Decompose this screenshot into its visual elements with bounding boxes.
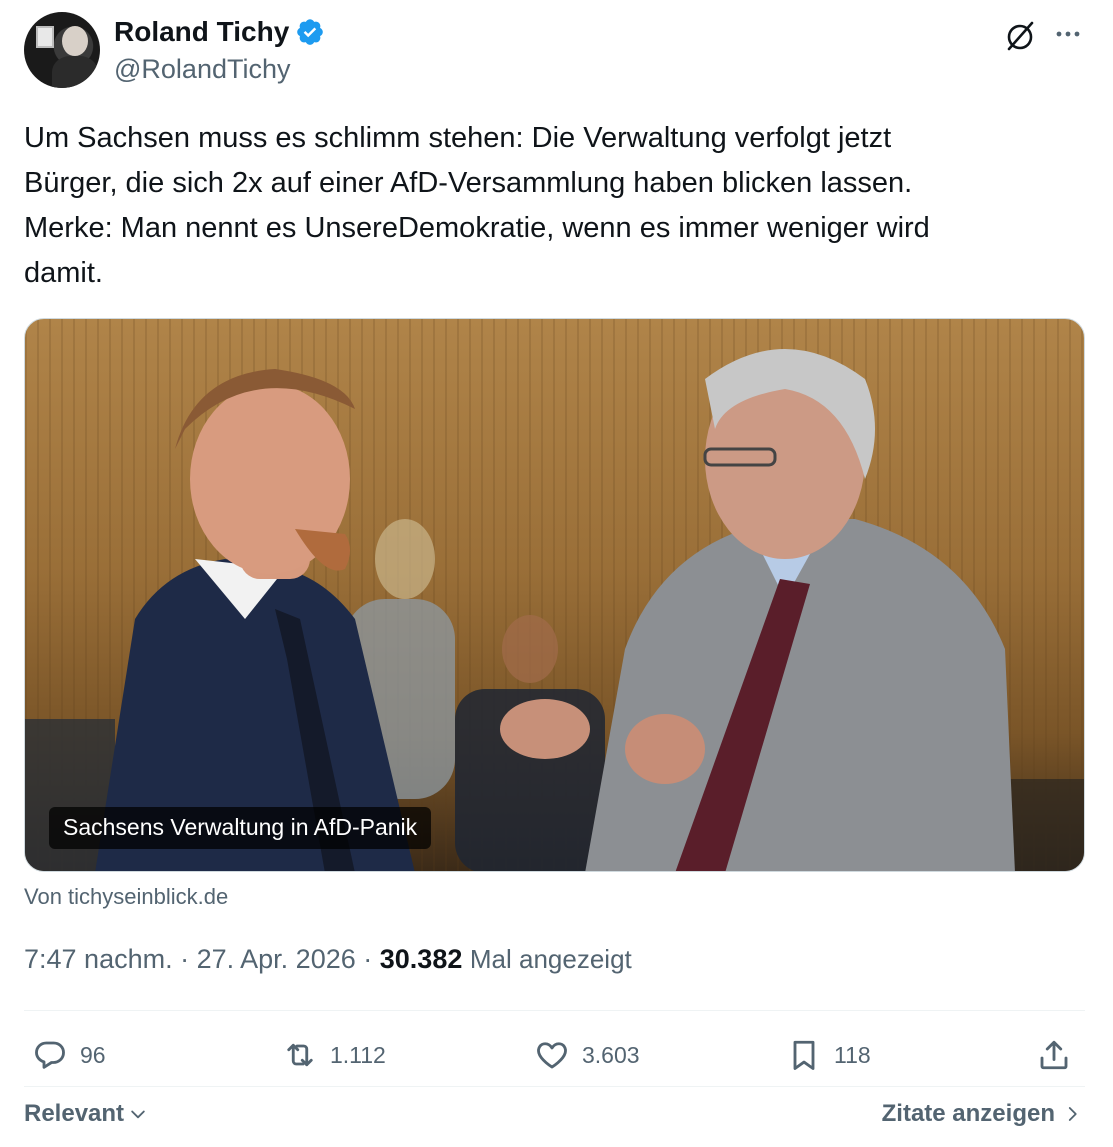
action-bar: 96 1.112 3.603 118 — [24, 1030, 1085, 1080]
more-icon[interactable] — [1052, 18, 1084, 50]
share-button[interactable] — [1036, 1030, 1072, 1080]
divider — [24, 1086, 1085, 1087]
like-button[interactable]: 3.603 — [534, 1030, 640, 1080]
tweet-meta: 7:47 nachm. · 27. Apr. 2026 · 30.382 Mal… — [24, 944, 632, 975]
quotes-label: Zitate anzeigen — [881, 1100, 1055, 1127]
like-icon — [537, 1042, 567, 1069]
views-count: 30.382 — [379, 944, 463, 974]
bookmark-icon — [793, 1040, 815, 1070]
link-source[interactable]: Von tichyseinblick.de — [24, 884, 228, 910]
author-handle[interactable]: @RolandTichy — [114, 54, 290, 85]
like-count: 3.603 — [582, 1041, 640, 1068]
share-icon — [1040, 1040, 1068, 1070]
replies-toolbar: Relevant Zitate anzeigen — [24, 1096, 1085, 1136]
author-name[interactable]: Roland Tichy — [114, 16, 289, 48]
link-card-caption: Sachsens Verwaltung in AfD-Panik — [49, 807, 432, 849]
link-card-image[interactable]: Sachsens Verwaltung in AfD-Panik — [24, 318, 1085, 872]
tweet-text-line: Bürger, die sich 2x auf einer AfD-Versam… — [24, 167, 913, 199]
repost-icon — [287, 1043, 313, 1067]
avatar[interactable] — [24, 12, 100, 88]
tweet-time[interactable]: 7:47 nachm. — [24, 944, 173, 974]
meta-separator: · — [363, 944, 380, 974]
reply-button[interactable]: 96 — [32, 1030, 106, 1080]
views-label: Mal angezeigt — [469, 944, 632, 974]
divider — [24, 1010, 1085, 1011]
repost-count: 1.112 — [330, 1041, 386, 1068]
tweet-date[interactable]: 27. Apr. 2026 — [197, 944, 356, 974]
tweet-text: Um Sachsen muss es schlimm stehen: Die V… — [24, 116, 1084, 296]
repost-button[interactable]: 1.112 — [282, 1030, 386, 1080]
tweet-text-line: Merke: Man nennt es UnsereDemokratie, we… — [24, 212, 930, 244]
tweet-text-line: damit. — [24, 257, 103, 289]
reply-icon — [35, 1041, 65, 1069]
chevron-down-icon — [131, 1110, 145, 1119]
sort-label: Relevant — [24, 1100, 125, 1127]
chevron-right-icon — [1068, 1107, 1077, 1121]
tweet-text-line: Um Sachsen muss es schlimm stehen: Die V… — [24, 122, 892, 154]
grok-icon[interactable] — [1004, 20, 1036, 52]
verified-badge-icon — [297, 19, 324, 45]
meta-separator: · — [180, 944, 197, 974]
view-quotes-link[interactable]: Zitate anzeigen — [882, 1100, 1081, 1128]
tweet-header: Roland Tichy @RolandTichy — [24, 12, 1088, 92]
author-name-row: Roland Tichy — [114, 16, 325, 48]
photo-illustration — [25, 349, 1084, 871]
sort-dropdown[interactable]: Relevant — [24, 1100, 148, 1128]
bookmark-button[interactable]: 118 — [786, 1030, 871, 1080]
bookmark-count: 118 — [834, 1041, 871, 1068]
reply-count: 96 — [80, 1041, 106, 1068]
